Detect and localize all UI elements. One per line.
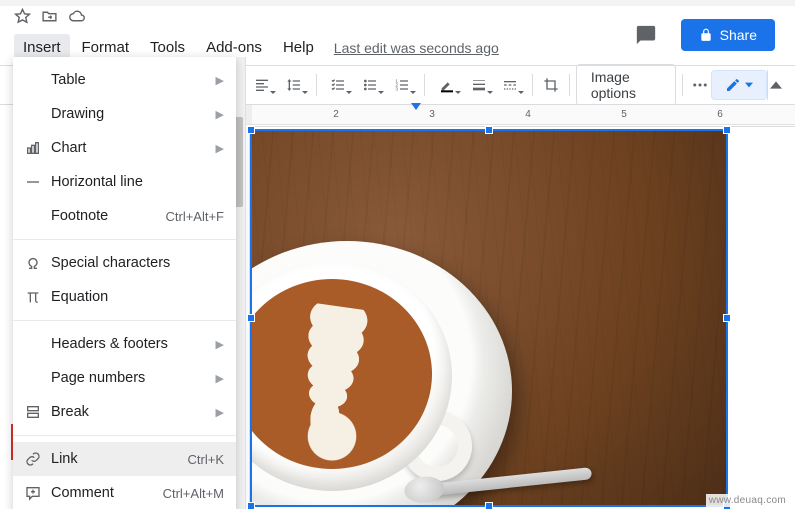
insert-menu-dropdown: Table▶ Drawing▶ Chart▶ Horizontal line F… [13, 57, 236, 509]
resize-handle-tm[interactable] [485, 126, 493, 134]
doc-status-icons [14, 8, 85, 28]
comment-add-icon [25, 485, 51, 501]
break-icon [25, 404, 51, 420]
insert-footnote[interactable]: FootnoteCtrl+Alt+F [13, 199, 236, 233]
cloud-status-icon[interactable] [68, 8, 85, 28]
insert-comment[interactable]: CommentCtrl+Alt+M [13, 476, 236, 509]
share-button[interactable]: Share [681, 19, 775, 51]
insert-special-characters[interactable]: Special characters [13, 246, 236, 280]
chart-icon [25, 140, 51, 156]
crop-button[interactable] [539, 72, 563, 98]
image-options-button[interactable]: Image options [576, 64, 676, 106]
align-button[interactable] [246, 72, 278, 98]
ruler-ticks: 2 3 4 5 6 7 [258, 105, 795, 124]
insert-chart[interactable]: Chart▶ [13, 131, 236, 165]
horizontal-line-icon [25, 174, 51, 190]
page [249, 126, 795, 509]
open-comments-button[interactable] [629, 18, 663, 52]
star-icon[interactable] [14, 8, 31, 28]
bulleted-list-button[interactable] [354, 72, 386, 98]
resize-handle-bm[interactable] [485, 502, 493, 509]
caret-down-icon [745, 81, 753, 89]
insert-link[interactable]: LinkCtrl+K [13, 442, 236, 476]
selected-image[interactable] [250, 129, 728, 507]
insert-drawing[interactable]: Drawing▶ [13, 97, 236, 131]
omega-icon [25, 255, 51, 271]
share-button-label: Share [720, 27, 757, 43]
border-dash-button[interactable] [495, 72, 527, 98]
border-color-button[interactable] [431, 72, 463, 98]
top-right-actions: Share [629, 18, 775, 52]
link-icon [25, 451, 51, 467]
border-weight-button[interactable] [463, 72, 495, 98]
submenu-arrow-icon: ▶ [216, 74, 224, 87]
resize-handle-mr[interactable] [723, 314, 731, 322]
resize-handle-tl[interactable] [247, 126, 255, 134]
insert-break[interactable]: Break▶ [13, 395, 236, 429]
insert-equation[interactable]: Equation [13, 280, 236, 314]
app-window: Insert Format Tools Add-ons Help Last ed… [0, 0, 795, 509]
lock-icon [699, 28, 713, 42]
watermark: www.deuaq.com [706, 494, 789, 507]
document-canvas[interactable] [246, 126, 795, 509]
image-content [252, 131, 726, 505]
last-edit-link[interactable]: Last edit was seconds ago [334, 40, 499, 56]
more-toolbar-button[interactable] [689, 71, 711, 99]
horizontal-ruler[interactable]: 2 3 4 5 6 7 [246, 105, 795, 125]
insert-headers-footers[interactable]: Headers & footers▶ [13, 327, 236, 361]
insert-horizontal-line[interactable]: Horizontal line [13, 165, 236, 199]
checklist-button[interactable] [322, 72, 354, 98]
hide-menus-button[interactable] [767, 70, 785, 100]
numbered-list-button[interactable]: 123 [386, 72, 418, 98]
resize-handle-bl[interactable] [247, 502, 255, 509]
resize-handle-ml[interactable] [247, 314, 255, 322]
editing-mode-button[interactable] [711, 70, 767, 100]
insert-table[interactable]: Table▶ [13, 63, 236, 97]
move-folder-icon[interactable] [41, 8, 58, 28]
menu-help[interactable]: Help [274, 34, 323, 61]
svg-text:3: 3 [395, 86, 398, 91]
pen-icon [725, 77, 741, 93]
pi-icon [25, 289, 51, 305]
line-spacing-button[interactable] [278, 72, 310, 98]
insert-page-numbers[interactable]: Page numbers▶ [13, 361, 236, 395]
resize-handle-tr[interactable] [723, 126, 731, 134]
